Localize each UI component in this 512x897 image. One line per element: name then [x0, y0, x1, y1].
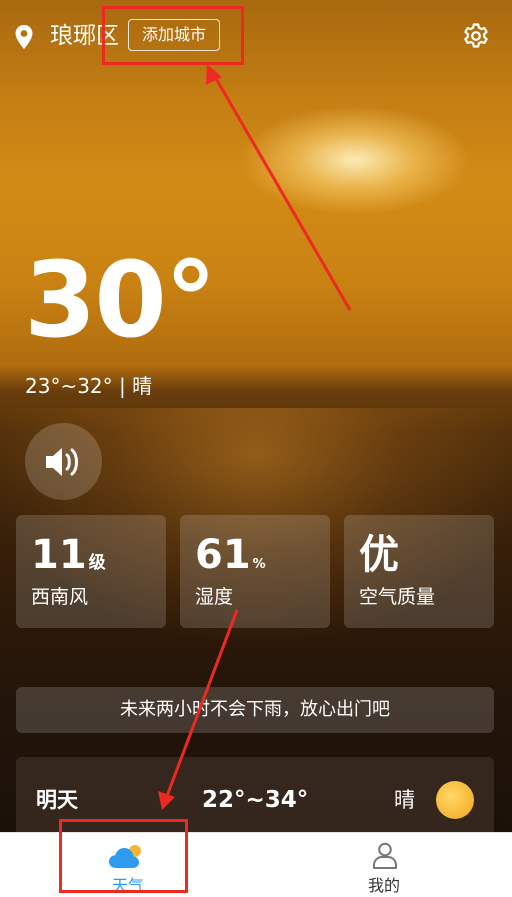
- gear-icon[interactable]: [462, 22, 490, 50]
- tab-me-label: 我的: [367, 876, 400, 895]
- rain-forecast-tip: 未来两小时不会下雨，放心出门吧: [16, 687, 494, 733]
- humidity-unit: %: [252, 557, 266, 572]
- cloud-sun-icon: [109, 845, 141, 868]
- humidity-label: 湿度: [195, 586, 234, 608]
- bottom-tab-bar: 天气 我的: [0, 832, 512, 897]
- air-quality-label: 空气质量: [359, 586, 436, 608]
- sun-glow: [240, 105, 470, 215]
- tomorrow-forecast[interactable]: 明天 22°~34° 晴: [16, 757, 494, 843]
- city-name[interactable]: 琅琊区: [50, 20, 119, 52]
- tab-weather-label: 天气: [111, 876, 144, 895]
- wind-direction-label: 西南风: [31, 586, 89, 608]
- air-quality-card: 优 空气质量: [344, 515, 494, 628]
- temperature-range-condition: 23°~32° | 晴: [25, 374, 153, 398]
- speaker-icon: [46, 448, 78, 476]
- person-icon: [373, 842, 397, 869]
- top-bar: 琅琊区 添加城市: [0, 0, 512, 72]
- wind-card: 11 级 西南风: [16, 515, 166, 628]
- tab-weather[interactable]: 天气: [0, 833, 256, 897]
- tab-me[interactable]: 我的: [256, 833, 512, 897]
- wind-level-value: 11: [31, 532, 87, 578]
- sun-icon: [436, 781, 474, 819]
- wind-level-unit: 级: [88, 553, 106, 573]
- map-pin-icon: [15, 25, 33, 49]
- tomorrow-temperature-range: 22°~34°: [202, 787, 309, 813]
- add-city-button[interactable]: 添加城市: [128, 19, 220, 51]
- humidity-card: 61% 湿度: [180, 515, 330, 628]
- tomorrow-condition: 晴: [394, 788, 415, 812]
- air-quality-value: 优: [359, 532, 399, 578]
- voice-broadcast-button[interactable]: [25, 423, 102, 500]
- humidity-value: 61: [195, 532, 251, 578]
- current-temperature: 30°: [24, 239, 217, 361]
- tomorrow-label: 明天: [36, 788, 78, 812]
